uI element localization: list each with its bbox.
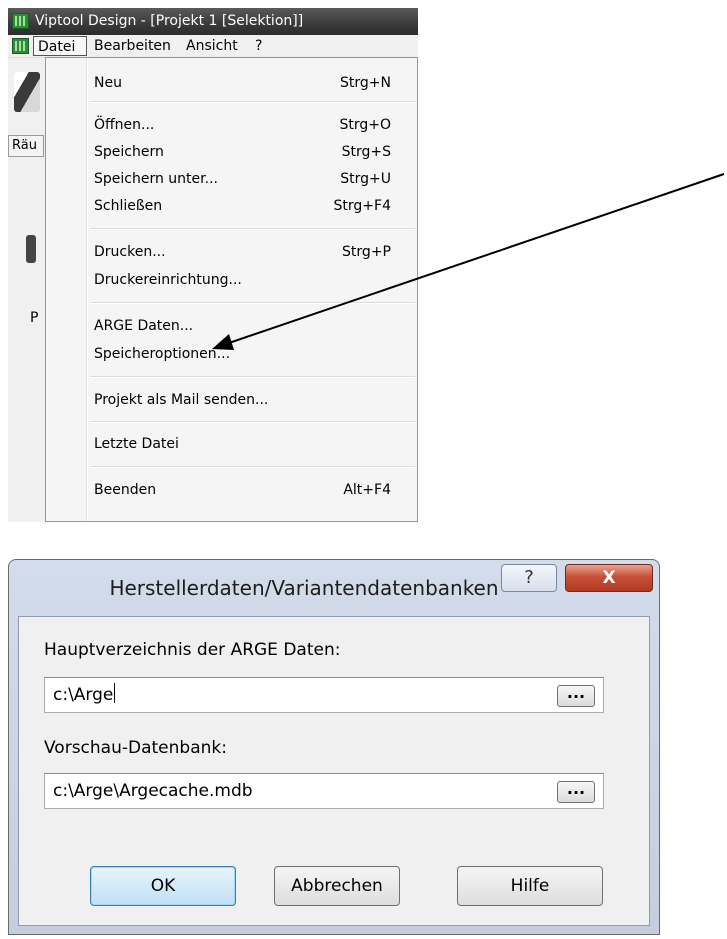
preview-db-browse-button[interactable]: ... bbox=[557, 781, 595, 803]
title-bar: Viptool Design - [Projekt 1 [Selektion]] bbox=[8, 8, 418, 35]
cancel-button[interactable]: Abbrechen bbox=[274, 866, 400, 906]
main-dir-input[interactable]: c:\Arge ... bbox=[44, 677, 604, 713]
menu-item-shortcut: Strg+S bbox=[341, 144, 391, 160]
preview-db-label: Vorschau-Datenbank: bbox=[44, 738, 227, 758]
menu-bearbeiten[interactable]: Bearbeiten bbox=[90, 36, 175, 56]
background-object-icon bbox=[26, 235, 36, 263]
menu-item-label: Beenden bbox=[94, 482, 157, 498]
menu-item-label: Schließen bbox=[94, 198, 163, 214]
preview-db-input[interactable]: c:\Arge\Argecache.mdb ... bbox=[44, 773, 604, 809]
menu-item-speichern[interactable]: Speichern Strg+S bbox=[46, 139, 417, 165]
menu-item-speichern-unter[interactable]: Speichern unter... Strg+U bbox=[46, 166, 417, 192]
menu-item-beenden[interactable]: Beenden Alt+F4 bbox=[46, 477, 417, 503]
menu-item-projekt-mail[interactable]: Projekt als Mail senden... bbox=[46, 387, 417, 413]
menu-item-druckereinrichtung[interactable]: Druckereinrichtung... bbox=[46, 267, 417, 293]
side-tab[interactable]: Räu bbox=[8, 135, 44, 157]
help-button[interactable]: Hilfe bbox=[457, 866, 603, 906]
menu-item-label: Neu bbox=[94, 75, 122, 91]
app-window: Viptool Design - [Projekt 1 [Selektion]]… bbox=[8, 8, 418, 522]
menu-item-speicheroptionen[interactable]: Speicheroptionen... bbox=[46, 341, 417, 367]
menu-item-label: Druckereinrichtung... bbox=[94, 272, 242, 288]
toolbar-tool-icon[interactable] bbox=[14, 72, 40, 112]
app-icon bbox=[12, 13, 29, 29]
menu-item-shortcut: Strg+F4 bbox=[333, 198, 391, 214]
menu-help[interactable]: ? bbox=[251, 36, 266, 56]
text-caret bbox=[114, 683, 116, 703]
menu-item-shortcut: Strg+O bbox=[339, 117, 391, 133]
main-dir-value: c:\Arge bbox=[53, 678, 116, 712]
menu-item-label: Projekt als Mail senden... bbox=[94, 392, 269, 408]
preview-db-value: c:\Arge\Argecache.mdb bbox=[53, 781, 253, 801]
menu-item-shortcut: Alt+F4 bbox=[343, 482, 391, 498]
menu-item-label: Speicheroptionen... bbox=[94, 346, 231, 362]
background-label: P bbox=[30, 310, 39, 326]
menu-separator bbox=[90, 421, 415, 423]
menu-item-drucken[interactable]: Drucken... Strg+P bbox=[46, 239, 417, 265]
menu-separator bbox=[90, 228, 415, 230]
arge-dialog: Herstellerdaten/Variantendatenbanken ? X… bbox=[8, 559, 660, 935]
ok-button[interactable]: OK bbox=[90, 866, 236, 906]
document-icon[interactable] bbox=[12, 38, 29, 54]
menu-item-label: ARGE Daten... bbox=[94, 318, 194, 334]
main-dir-text: c:\Arge bbox=[53, 685, 114, 705]
menu-item-schliessen[interactable]: Schließen Strg+F4 bbox=[46, 193, 417, 219]
menu-separator bbox=[90, 466, 415, 468]
main-dir-label: Hauptverzeichnis der ARGE Daten: bbox=[44, 640, 341, 660]
main-dir-browse-button[interactable]: ... bbox=[557, 685, 595, 707]
menu-item-oeffnen[interactable]: Öffnen... Strg+O bbox=[46, 112, 417, 138]
file-menu: Neu Strg+N Öffnen... Strg+O Speichern St… bbox=[45, 57, 418, 522]
menu-item-shortcut: Strg+N bbox=[340, 75, 391, 91]
menu-datei[interactable]: Datei bbox=[33, 36, 87, 56]
menu-item-label: Öffnen... bbox=[94, 117, 155, 133]
menu-separator bbox=[90, 302, 415, 304]
menu-item-shortcut: Strg+U bbox=[340, 171, 391, 187]
menu-item-letzte-datei[interactable]: Letzte Datei bbox=[46, 431, 417, 457]
menu-item-label: Drucken... bbox=[94, 244, 166, 260]
menu-separator bbox=[90, 376, 415, 378]
menu-item-arge-daten[interactable]: ARGE Daten... bbox=[46, 313, 417, 339]
menu-bar: Datei Bearbeiten Ansicht ? bbox=[8, 35, 418, 58]
menu-ansicht[interactable]: Ansicht bbox=[182, 36, 242, 56]
window-title: Viptool Design - [Projekt 1 [Selektion]] bbox=[35, 13, 304, 29]
menu-item-label: Speichern bbox=[94, 144, 164, 160]
menu-item-label: Letzte Datei bbox=[94, 436, 179, 452]
dialog-close-button[interactable]: X bbox=[565, 564, 653, 592]
menu-item-shortcut: Strg+P bbox=[342, 244, 391, 260]
dialog-help-button[interactable]: ? bbox=[501, 564, 557, 592]
menu-separator bbox=[90, 101, 415, 103]
menu-item-label: Speichern unter... bbox=[94, 171, 218, 187]
dialog-body: Hauptverzeichnis der ARGE Daten: c:\Arge… bbox=[18, 616, 650, 926]
menu-item-neu[interactable]: Neu Strg+N bbox=[46, 70, 417, 96]
